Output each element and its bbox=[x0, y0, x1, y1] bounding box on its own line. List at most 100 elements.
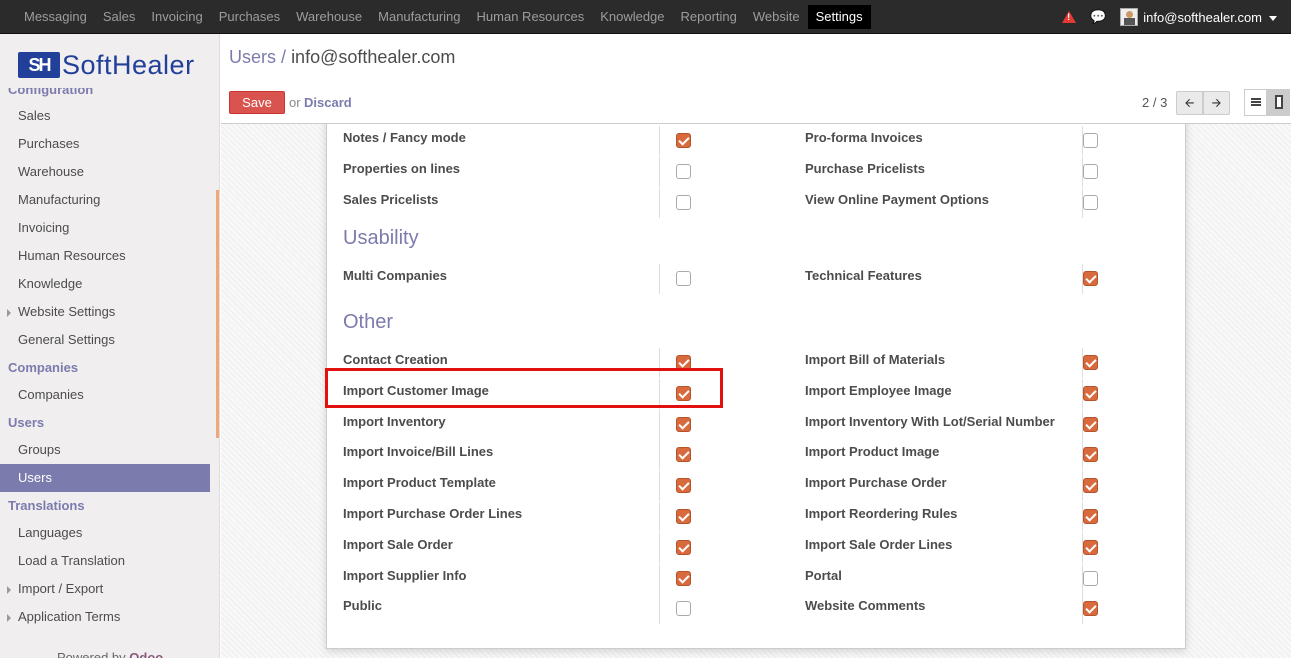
top-menu-item-warehouse[interactable]: Warehouse bbox=[288, 5, 370, 29]
sidebar-item-import-export[interactable]: Import / Export bbox=[0, 575, 210, 603]
field-checkbox[interactable] bbox=[1083, 133, 1098, 148]
field-row: Multi Companies Technical Features bbox=[343, 264, 1173, 299]
form-icon bbox=[1275, 95, 1283, 109]
field-checkbox[interactable] bbox=[676, 417, 691, 432]
field-checkbox[interactable] bbox=[676, 540, 691, 555]
top-menu-item-messaging[interactable]: Messaging bbox=[16, 5, 95, 29]
top-menu-item-knowledge[interactable]: Knowledge bbox=[592, 5, 672, 29]
sidebar-label: Groups bbox=[18, 442, 61, 457]
sidebar-item-invoicing[interactable]: Invoicing bbox=[0, 214, 210, 242]
or-text: or bbox=[289, 95, 301, 110]
field-checkbox[interactable] bbox=[1083, 417, 1098, 432]
sidebar-label: Users bbox=[8, 415, 45, 430]
field-checkbox[interactable] bbox=[1083, 601, 1098, 616]
sidebar-item-manufacturing[interactable]: Manufacturing bbox=[0, 186, 210, 214]
arrow-right-icon: 🡪 bbox=[1211, 96, 1222, 110]
field-label: Import Inventory bbox=[343, 414, 446, 429]
sidebar-item-website-settings[interactable]: Website Settings bbox=[0, 298, 210, 326]
field-row: Import Inventory Import Inventory With Lo… bbox=[343, 410, 1173, 445]
sidebar-item-load-a-translation[interactable]: Load a Translation bbox=[0, 547, 210, 575]
top-menu-item-human-resources[interactable]: Human Resources bbox=[469, 5, 593, 29]
list-view-button[interactable] bbox=[1244, 89, 1267, 116]
expand-triangle-icon[interactable] bbox=[7, 614, 11, 622]
field-checkbox[interactable] bbox=[676, 571, 691, 586]
field-checkbox[interactable] bbox=[676, 447, 691, 462]
expand-triangle-icon[interactable] bbox=[7, 586, 11, 594]
field-row: Notes / Fancy mode Pro-forma Invoices bbox=[343, 126, 1173, 161]
field-checkbox[interactable] bbox=[676, 271, 691, 286]
sidebar-item-general-settings[interactable]: General Settings bbox=[0, 326, 210, 354]
field-label: Purchase Pricelists bbox=[805, 161, 925, 176]
field-checkbox[interactable] bbox=[1083, 509, 1098, 524]
sidebar-item-companies[interactable]: Companies bbox=[0, 381, 210, 409]
field-checkbox[interactable] bbox=[1083, 478, 1098, 493]
field-checkbox[interactable] bbox=[676, 509, 691, 524]
field-label: Website Comments bbox=[805, 598, 926, 613]
breadcrumb-users-link[interactable]: Users bbox=[229, 47, 276, 67]
top-menu-item-invoicing[interactable]: Invoicing bbox=[143, 5, 210, 29]
sidebar-item-users[interactable]: Users bbox=[0, 464, 210, 492]
field-label: Public bbox=[343, 598, 383, 613]
company-logo[interactable]: SH SoftHealer bbox=[18, 48, 195, 82]
field-row: Public Website Comments bbox=[343, 594, 1173, 629]
top-menu-item-manufacturing[interactable]: Manufacturing bbox=[370, 5, 468, 29]
sidebar-label: Application Terms bbox=[18, 609, 121, 624]
field-divider bbox=[659, 410, 660, 440]
field-label: Multi Companies bbox=[343, 268, 448, 283]
field-checkbox[interactable] bbox=[1083, 164, 1098, 179]
field-checkbox[interactable] bbox=[1083, 195, 1098, 210]
field-checkbox[interactable] bbox=[676, 164, 691, 179]
field-divider bbox=[659, 594, 660, 624]
save-button[interactable]: Save bbox=[229, 91, 285, 114]
sidebar-item-sales[interactable]: Sales bbox=[0, 102, 210, 130]
sidebar-item-warehouse[interactable]: Warehouse bbox=[0, 158, 210, 186]
pager-previous-button[interactable]: 🡨 bbox=[1176, 91, 1203, 115]
chevron-down-icon[interactable] bbox=[1269, 15, 1277, 21]
form-view-button[interactable] bbox=[1267, 89, 1290, 116]
sidebar-item-purchases[interactable]: Purchases bbox=[0, 130, 210, 158]
field-checkbox[interactable] bbox=[676, 478, 691, 493]
expand-triangle-icon[interactable] bbox=[7, 309, 11, 317]
field-checkbox[interactable] bbox=[676, 601, 691, 616]
field-checkbox[interactable] bbox=[1083, 271, 1098, 286]
field-label: Properties on lines bbox=[343, 161, 461, 176]
sidebar-item-knowledge[interactable]: Knowledge bbox=[0, 270, 210, 298]
field-label: Import Product Template bbox=[343, 475, 496, 490]
field-row: Import Product Template Import Purchase O… bbox=[343, 471, 1173, 506]
top-menu-item-purchases[interactable]: Purchases bbox=[211, 5, 288, 29]
field-checkbox[interactable] bbox=[1083, 386, 1098, 401]
field-checkbox[interactable] bbox=[1083, 447, 1098, 462]
sidebar-label: Sales bbox=[18, 108, 51, 123]
control-panel: Users / info@softhealer.com Save or Disc… bbox=[221, 34, 1291, 124]
sidebar-item-application-terms[interactable]: Application Terms bbox=[0, 603, 210, 631]
odoo-link[interactable]: Odoo bbox=[129, 650, 163, 658]
pager-value[interactable]: 2 / 3 bbox=[1142, 95, 1167, 110]
top-menu-item-settings[interactable]: Settings bbox=[807, 5, 871, 29]
top-menu-item-sales[interactable]: Sales bbox=[95, 5, 144, 29]
discard-button[interactable]: Discard bbox=[304, 95, 352, 110]
pager-next-button[interactable]: 🡪 bbox=[1203, 91, 1230, 115]
sidebar-label: Invoicing bbox=[18, 220, 70, 235]
field-row: Import Sale Order Import Sale Order Lines bbox=[343, 533, 1173, 568]
sidebar-item-human-resources[interactable]: Human Resources bbox=[0, 242, 210, 270]
field-checkbox[interactable] bbox=[1083, 540, 1098, 555]
user-menu[interactable]: info@softhealer.com bbox=[1143, 10, 1262, 25]
field-label: Pro-forma Invoices bbox=[805, 130, 923, 145]
top-menu-item-website[interactable]: Website bbox=[745, 5, 808, 29]
sidebar-item-groups[interactable]: Groups bbox=[0, 436, 210, 464]
warning-icon[interactable]: ! bbox=[1062, 11, 1077, 23]
field-checkbox[interactable] bbox=[1083, 571, 1098, 586]
sidebar-section-translations: Translations bbox=[0, 492, 210, 519]
sidebar-item-languages[interactable]: Languages bbox=[0, 519, 210, 547]
sidebar-menu: Configuration Sales Purchases Warehouse Manu… bbox=[0, 88, 210, 631]
field-label: Portal bbox=[805, 568, 842, 583]
sidebar-scrollbar[interactable] bbox=[216, 190, 219, 438]
top-menu-item-reporting[interactable]: Reporting bbox=[673, 5, 745, 29]
avatar[interactable] bbox=[1120, 8, 1139, 26]
field-checkbox[interactable] bbox=[676, 133, 691, 148]
field-checkbox[interactable] bbox=[676, 195, 691, 210]
sidebar: Configuration Sales Purchases Warehouse Manu… bbox=[0, 34, 220, 658]
chat-icon[interactable]: 💬 bbox=[1090, 9, 1106, 25]
field-checkbox[interactable] bbox=[1083, 355, 1098, 370]
sidebar-label: Languages bbox=[18, 525, 83, 540]
